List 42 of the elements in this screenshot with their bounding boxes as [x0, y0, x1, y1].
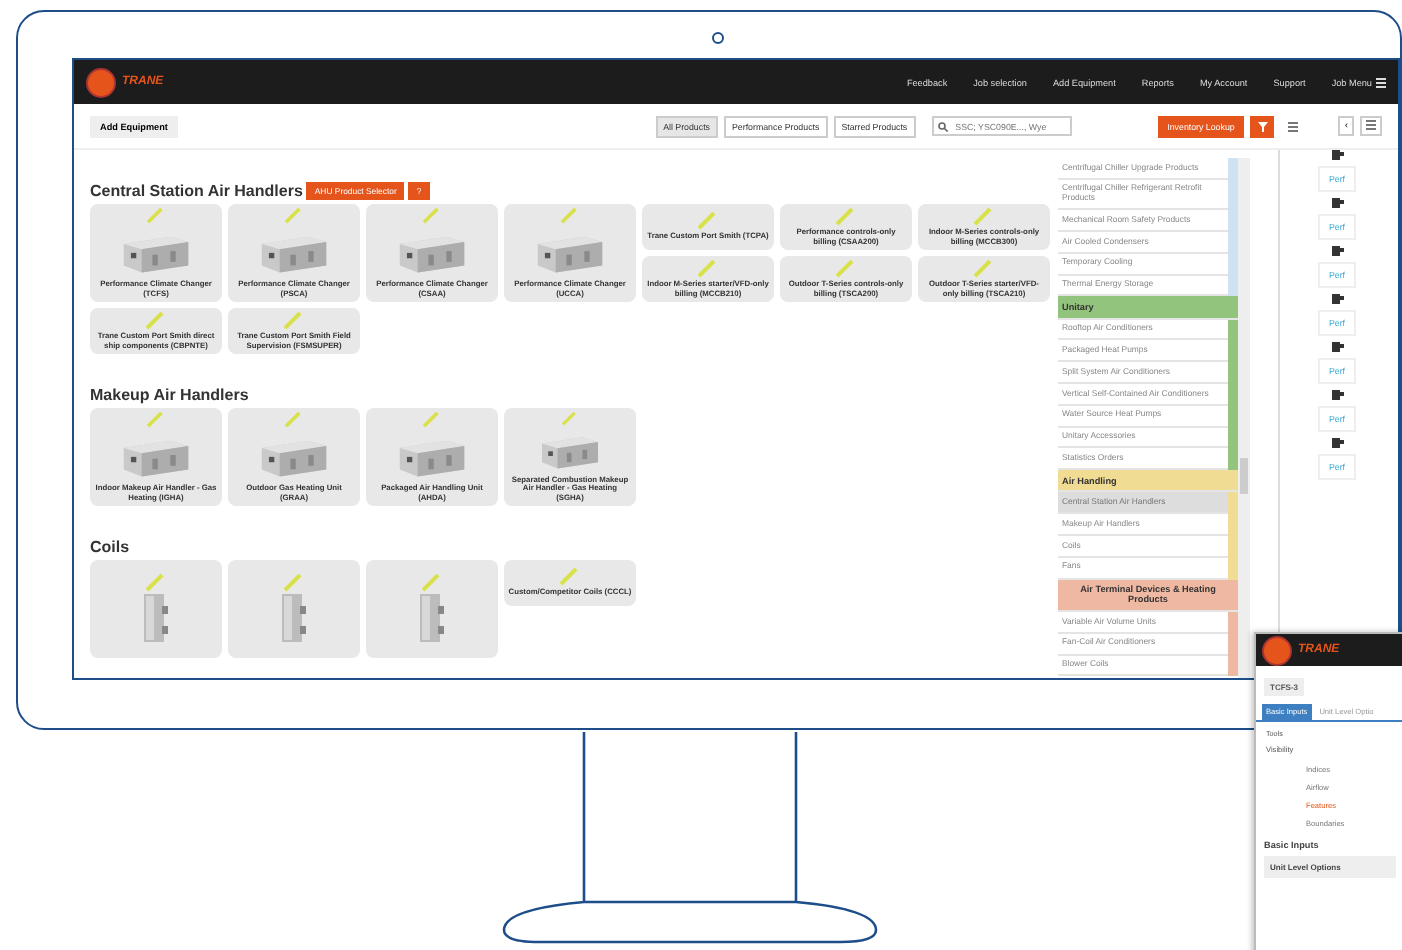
- document-icon: [1331, 390, 1343, 400]
- corner-stripe: [284, 573, 304, 593]
- document-icon: [1331, 294, 1343, 304]
- corner-stripe: [560, 208, 580, 226]
- corner-stripe: [560, 412, 580, 428]
- document-icon: [1331, 342, 1343, 352]
- corner-stripe: [284, 412, 304, 430]
- corner-stripe: [560, 568, 580, 589]
- corner-stripe: [422, 573, 442, 593]
- corner-stripe: [284, 312, 304, 333]
- logo-icon: [86, 67, 116, 97]
- corner-stripe: [836, 260, 856, 281]
- list-icon: [1366, 119, 1376, 129]
- menu-icon: [1376, 77, 1386, 87]
- corner-stripe: [422, 208, 442, 226]
- funnel-icon: [1257, 121, 1268, 131]
- list-button[interactable]: [1360, 116, 1382, 136]
- corner-stripe: [836, 208, 856, 229]
- document-icon: [1331, 246, 1343, 256]
- corner-stripe: [146, 573, 166, 593]
- group-color-bar: [1228, 611, 1238, 677]
- corner-stripe: [146, 412, 166, 430]
- corner-stripe: [698, 260, 718, 281]
- corner-stripe: [698, 212, 718, 233]
- logo-icon: [1262, 635, 1292, 665]
- menu-icon: [1287, 121, 1298, 131]
- corner-stripe: [284, 208, 304, 226]
- filter-button[interactable]: [1250, 115, 1275, 137]
- corner-stripe: [146, 312, 166, 333]
- camera-icon: [712, 32, 724, 44]
- corner-stripe: [974, 208, 994, 229]
- corner-stripe: [146, 208, 166, 226]
- document-icon: [1331, 198, 1343, 208]
- section-title: Makeup Air Handlers: [90, 386, 249, 404]
- document-icon: [1331, 438, 1343, 448]
- group-color-bar: [1228, 492, 1238, 580]
- scrollbar[interactable]: [1238, 158, 1250, 678]
- document-icon: [1331, 150, 1343, 160]
- corner-stripe: [422, 412, 442, 430]
- section-title: Central Station Air Handlers: [90, 182, 303, 200]
- corner-stripe: [974, 260, 994, 281]
- section-title: Coils: [90, 538, 130, 556]
